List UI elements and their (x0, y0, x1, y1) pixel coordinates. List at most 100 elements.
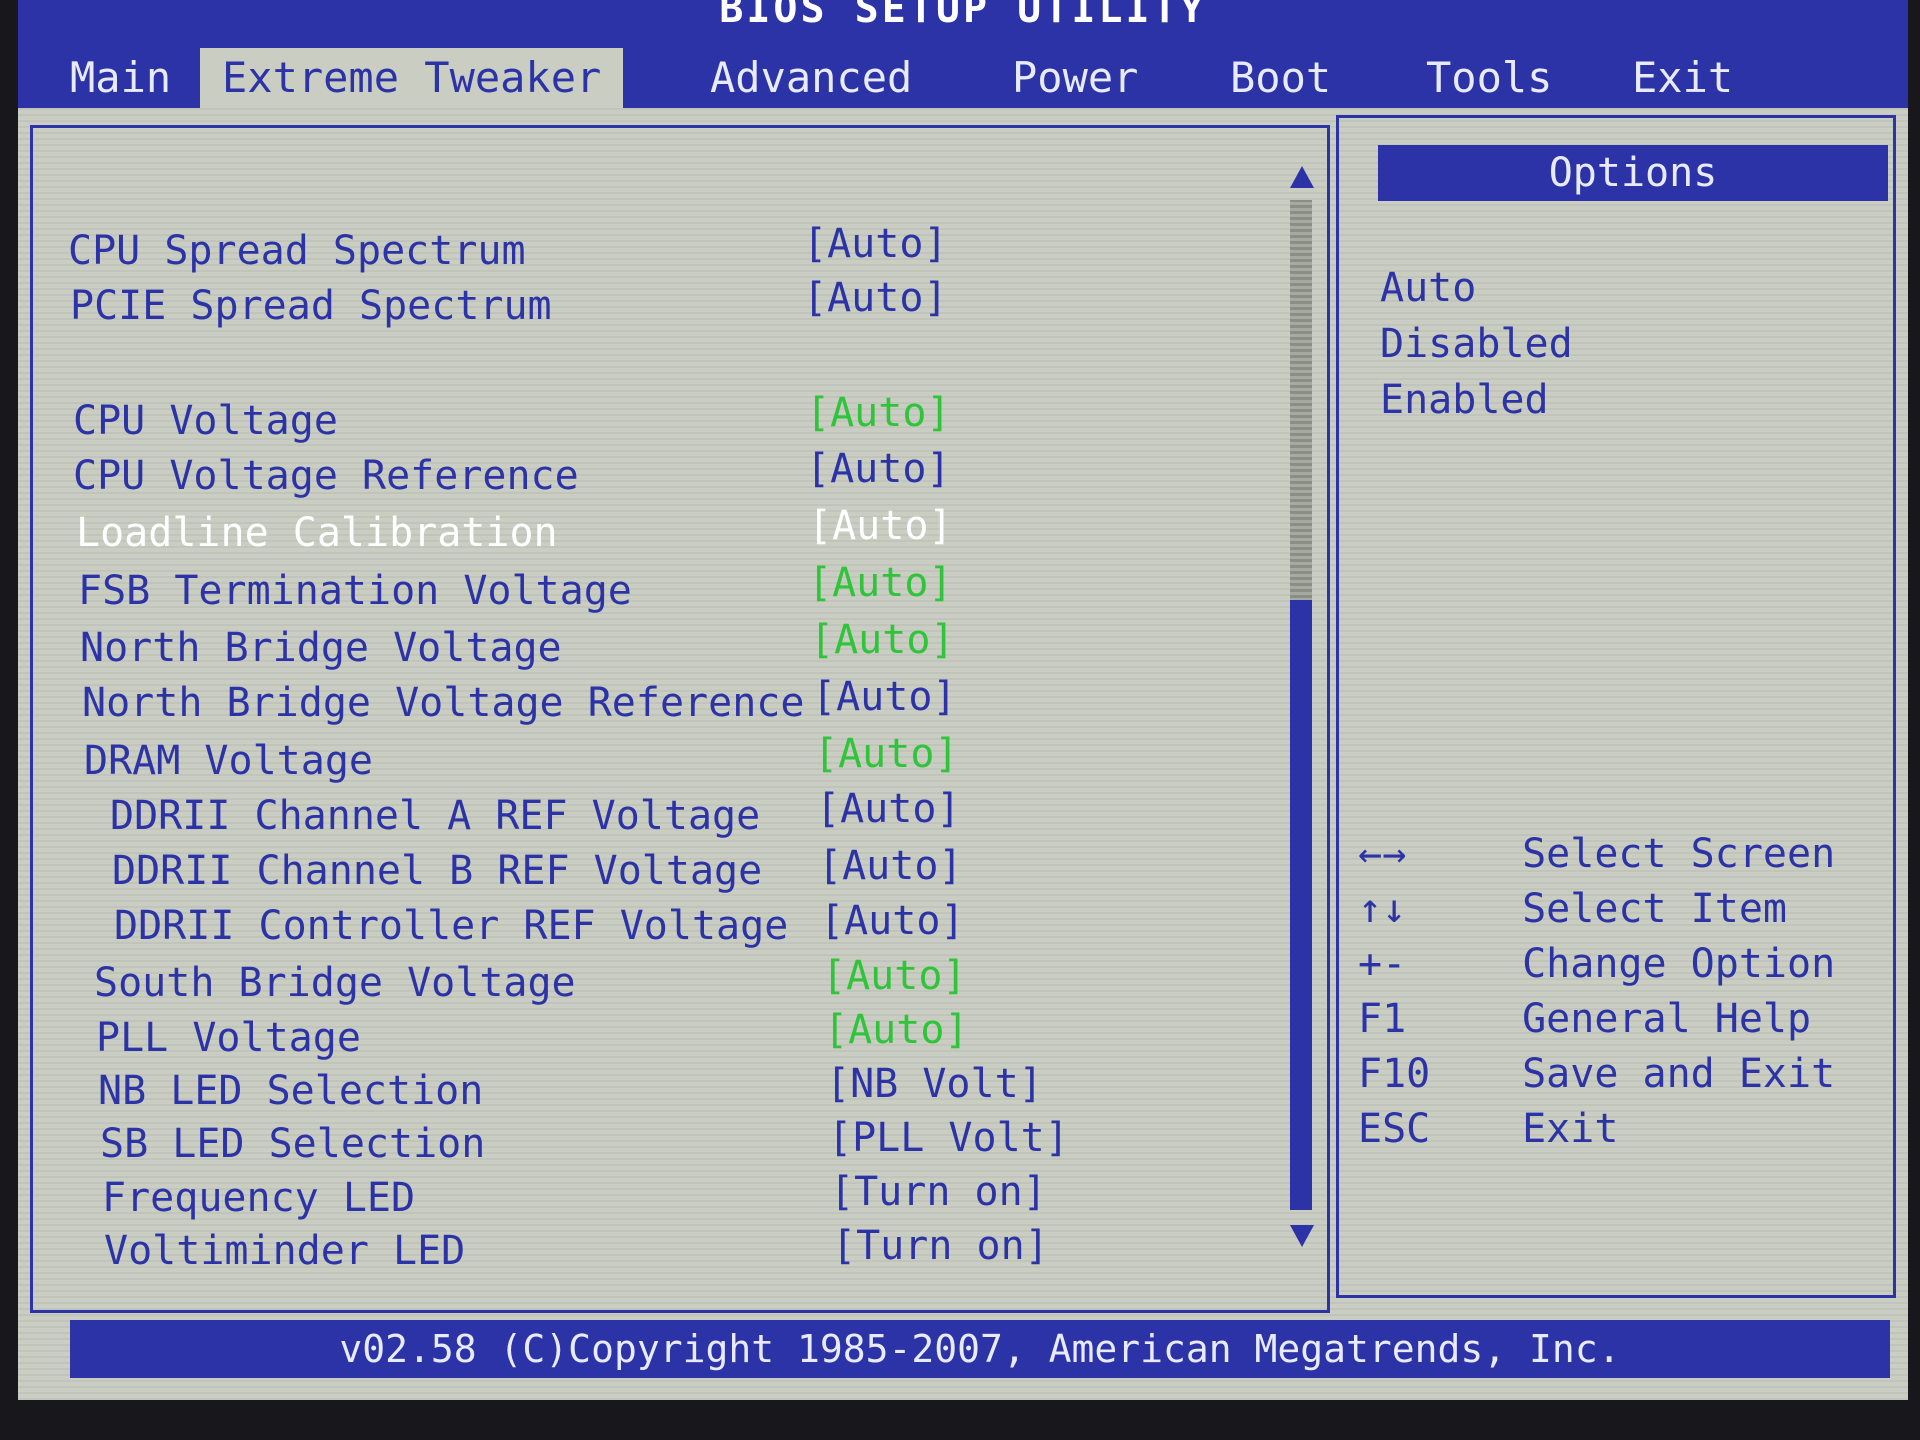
tab-advanced[interactable]: Advanced (688, 48, 934, 108)
setting-nb-led-selection[interactable]: NB LED Selection (98, 1065, 483, 1117)
setting-value: [Auto] (803, 221, 948, 267)
setting-label: North Bridge Voltage Reference (82, 680, 805, 726)
help-key: ESC (1358, 1106, 1431, 1152)
setting-loadline-calibration[interactable]: Loadline Calibration (76, 507, 558, 559)
menu-bar: BIOS SETUP UTILITY Main Extreme Tweaker … (18, 0, 1908, 108)
setting-value-pll-voltage[interactable]: [Auto] (824, 1004, 969, 1056)
setting-value: [Turn on] (832, 1223, 1049, 1269)
setting-sb-led-selection[interactable]: SB LED Selection (100, 1118, 485, 1170)
tab-boot[interactable]: Boot (1208, 48, 1353, 108)
setting-south-bridge-voltage[interactable]: South Bridge Voltage (94, 957, 576, 1009)
help-row-exit: ESC Exit (1358, 1103, 1618, 1155)
setting-value-frequency-led[interactable]: [Turn on] (830, 1166, 1047, 1218)
setting-value: [NB Volt] (826, 1061, 1043, 1107)
setting-value: [Auto] (806, 390, 951, 436)
setting-value-ddrii-channel-a-ref-voltage[interactable]: [Auto] (816, 783, 961, 835)
setting-frequency-led[interactable]: Frequency LED (102, 1172, 415, 1224)
setting-value: [Auto] (822, 953, 967, 999)
bios-screen: BIOS SETUP UTILITY Main Extreme Tweaker … (18, 0, 1908, 1400)
setting-voltiminder-led[interactable]: Voltiminder LED (104, 1225, 465, 1277)
setting-ddrii-channel-a-ref-voltage[interactable]: DDRII Channel A REF Voltage (110, 790, 760, 842)
setting-value: [PLL Volt] (828, 1115, 1069, 1161)
setting-cpu-voltage[interactable]: CPU Voltage (73, 395, 338, 447)
help-row-change-option: +- Change Option (1358, 938, 1835, 990)
setting-cpu-voltage-reference[interactable]: CPU Voltage Reference (73, 450, 579, 502)
setting-label: FSB Termination Voltage (78, 568, 632, 614)
setting-value-pcie-spread-spectrum[interactable]: [Auto] (803, 272, 948, 324)
setting-value: [Auto] (824, 1007, 969, 1053)
setting-label: DRAM Voltage (84, 738, 373, 784)
help-desc: Select Item (1522, 886, 1787, 932)
tab-exit[interactable]: Exit (1610, 48, 1755, 108)
options-header: Options (1378, 145, 1888, 201)
setting-label: NB LED Selection (98, 1068, 484, 1114)
scrollbar[interactable] (1290, 160, 1316, 1260)
setting-value-south-bridge-voltage[interactable]: [Auto] (822, 950, 967, 1002)
setting-label: CPU Voltage (73, 398, 338, 444)
setting-value-ddrii-channel-b-ref-voltage[interactable]: [Auto] (818, 840, 963, 892)
copyright-footer: v02.58 (C)Copyright 1985-2007, American … (70, 1320, 1890, 1378)
scroll-up-arrow-icon[interactable] (1290, 166, 1314, 188)
left-right-arrows-icon: ←→ (1358, 831, 1407, 877)
setting-value-cpu-voltage-reference[interactable]: [Auto] (806, 443, 951, 495)
tab-tools[interactable]: Tools (1404, 48, 1574, 108)
setting-value: [Auto] (814, 731, 959, 777)
setting-ddrii-channel-b-ref-voltage[interactable]: DDRII Channel B REF Voltage (112, 845, 762, 897)
setting-value-ddrii-controller-ref-voltage[interactable]: [Auto] (820, 895, 965, 947)
help-row-save-and-exit: F10 Save and Exit (1358, 1048, 1835, 1100)
setting-label: SB LED Selection (100, 1121, 486, 1167)
up-down-arrows-icon: ↑↓ (1358, 886, 1407, 932)
setting-north-bridge-voltage[interactable]: North Bridge Voltage (80, 622, 562, 674)
option-item-auto[interactable]: Auto (1380, 262, 1476, 314)
setting-pll-voltage[interactable]: PLL Voltage (96, 1012, 361, 1064)
help-key: F1 (1358, 996, 1407, 1042)
tab-main[interactable]: Main (48, 48, 193, 108)
help-desc: General Help (1522, 996, 1812, 1042)
setting-label: North Bridge Voltage (80, 625, 562, 671)
setting-value: [Auto] (803, 275, 948, 321)
setting-ddrii-controller-ref-voltage[interactable]: DDRII Controller REF Voltage (114, 900, 788, 952)
setting-north-bridge-voltage-reference[interactable]: North Bridge Voltage Reference (82, 677, 804, 729)
setting-label: DDRII Channel B REF Voltage (112, 848, 763, 894)
setting-label: CPU Voltage Reference (73, 453, 579, 499)
option-item-enabled[interactable]: Enabled (1380, 374, 1549, 426)
setting-value-voltiminder-led[interactable]: [Turn on] (832, 1220, 1049, 1272)
window-title: BIOS SETUP UTILITY (719, 0, 1207, 32)
setting-value-cpu-voltage[interactable]: [Auto] (806, 387, 951, 439)
setting-label: DDRII Controller REF Voltage (114, 903, 789, 949)
setting-pcie-spread-spectrum[interactable]: PCIE Spread Spectrum (70, 280, 552, 332)
setting-label: Loadline Calibration (76, 510, 558, 556)
setting-value-sb-led-selection[interactable]: [PLL Volt] (828, 1112, 1069, 1164)
scroll-down-arrow-icon[interactable] (1290, 1225, 1314, 1247)
setting-value-fsb-termination-voltage[interactable]: [Auto] (808, 557, 953, 609)
help-row-select-item: ↑↓ Select Item (1358, 883, 1787, 935)
setting-value-dram-voltage[interactable]: [Auto] (814, 728, 959, 780)
setting-cpu-spread-spectrum[interactable]: CPU Spread Spectrum (68, 225, 526, 277)
help-desc: Save and Exit (1522, 1051, 1836, 1097)
setting-label: Voltiminder LED (104, 1228, 466, 1274)
option-item-disabled[interactable]: Disabled (1380, 318, 1573, 370)
setting-value: [Auto] (820, 898, 965, 944)
tab-extreme-tweaker[interactable]: Extreme Tweaker (200, 48, 624, 108)
scrollbar-thumb[interactable] (1290, 600, 1312, 1210)
setting-label: South Bridge Voltage (94, 960, 576, 1006)
setting-label: Frequency LED (102, 1175, 416, 1221)
tab-power[interactable]: Power (990, 48, 1160, 108)
setting-label: PCIE Spread Spectrum (70, 283, 552, 329)
setting-value: [Auto] (808, 503, 953, 549)
setting-value-nb-led-selection[interactable]: [NB Volt] (826, 1058, 1043, 1110)
setting-value-loadline-calibration[interactable]: [Auto] (808, 500, 953, 552)
setting-value: [Auto] (816, 786, 961, 832)
setting-dram-voltage[interactable]: DRAM Voltage (84, 735, 373, 787)
setting-value-north-bridge-voltage-reference[interactable]: [Auto] (812, 671, 957, 723)
help-desc: Exit (1522, 1106, 1619, 1152)
help-row-select-screen: ←→ Select Screen (1358, 828, 1835, 880)
setting-label: PLL Voltage (96, 1015, 361, 1061)
setting-value: [Auto] (812, 674, 957, 720)
setting-value: [Auto] (818, 843, 963, 889)
setting-label: DDRII Channel A REF Voltage (110, 793, 761, 839)
setting-value-cpu-spread-spectrum[interactable]: [Auto] (803, 218, 948, 270)
setting-value-north-bridge-voltage[interactable]: [Auto] (810, 614, 955, 666)
setting-fsb-termination-voltage[interactable]: FSB Termination Voltage (78, 565, 632, 617)
setting-value: [Auto] (806, 446, 951, 492)
